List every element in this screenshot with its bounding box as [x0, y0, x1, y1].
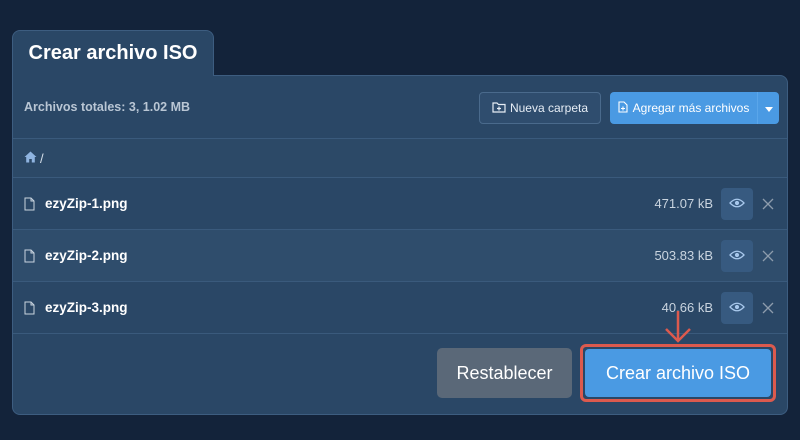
file-name: ezyZip-2.png — [45, 248, 128, 263]
file-icon — [24, 197, 35, 216]
page-title-tab: Crear archivo ISO — [12, 30, 214, 76]
close-icon[interactable] — [762, 249, 774, 267]
file-row: ezyZip-1.png 471.07 kB — [13, 178, 787, 230]
file-size: 471.07 kB — [654, 196, 713, 211]
arrow-down-icon — [655, 309, 701, 350]
file-icon — [24, 249, 35, 268]
breadcrumb: / — [13, 138, 787, 178]
new-folder-label: Nueva carpeta — [509, 101, 589, 115]
close-icon[interactable] — [762, 197, 774, 215]
breadcrumb-separator: / — [40, 150, 44, 166]
reset-button[interactable]: Restablecer — [437, 348, 572, 398]
file-plus-icon — [618, 100, 628, 116]
chevron-down-icon — [764, 101, 773, 115]
close-icon[interactable] — [762, 301, 774, 319]
file-row: ezyZip-2.png 503.83 kB — [13, 230, 787, 282]
file-icon — [24, 301, 35, 320]
file-name: ezyZip-1.png — [45, 196, 128, 211]
create-iso-button[interactable]: Crear archivo ISO — [585, 349, 771, 397]
add-files-main[interactable]: Agregar más archivos — [610, 92, 757, 124]
eye-icon — [729, 299, 745, 317]
eye-icon — [729, 247, 745, 265]
new-folder-button[interactable]: Nueva carpeta — [479, 92, 601, 124]
add-files-dropdown[interactable] — [757, 92, 779, 124]
toolbar: Archivos totales: 3, 1.02 MB Nueva carpe… — [13, 76, 787, 138]
add-files-button[interactable]: Agregar más archivos — [610, 92, 779, 124]
preview-button[interactable] — [721, 240, 753, 272]
page-title: Crear archivo ISO — [28, 42, 198, 64]
preview-button[interactable] — [721, 292, 753, 324]
folder-plus-icon — [492, 101, 506, 116]
file-name: ezyZip-3.png — [45, 300, 128, 315]
add-files-label: Agregar más archivos — [632, 101, 750, 115]
file-size: 503.83 kB — [654, 248, 713, 263]
iso-panel: Archivos totales: 3, 1.02 MB Nueva carpe… — [12, 75, 788, 415]
eye-icon — [729, 195, 745, 213]
preview-button[interactable] — [721, 188, 753, 220]
total-files-label: Archivos totales: 3, 1.02 MB — [24, 100, 191, 114]
home-icon[interactable] — [24, 151, 37, 166]
